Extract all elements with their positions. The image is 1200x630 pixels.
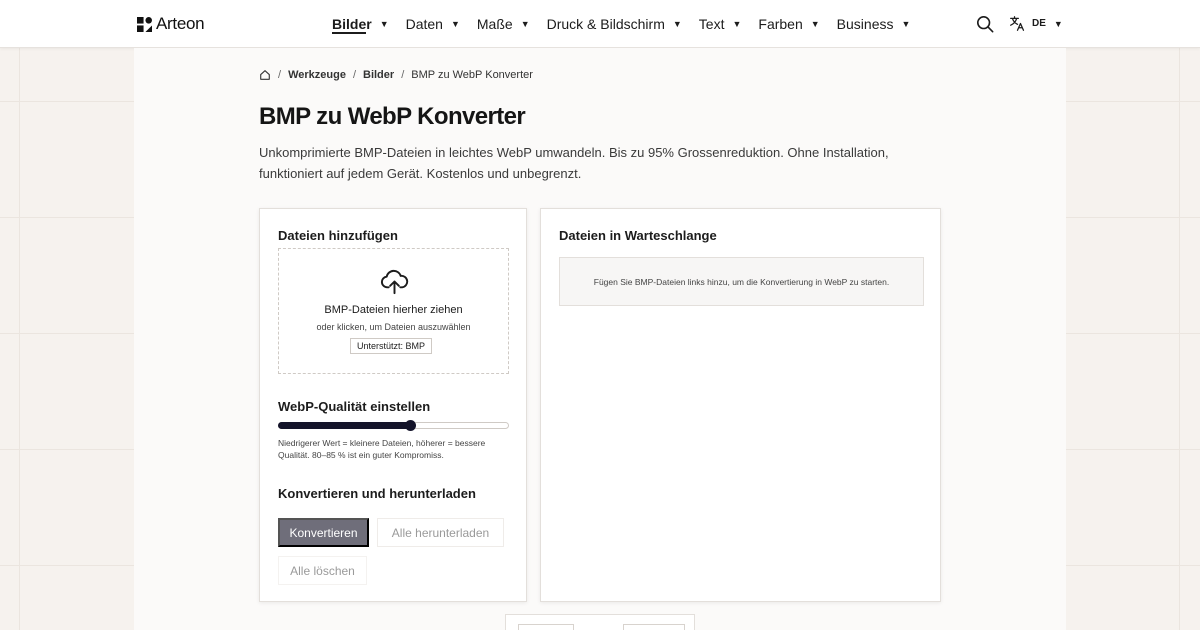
home-icon[interactable] [259,69,271,81]
quality-heading: WebP-Qualität einstellen [278,399,431,414]
slider-fill [278,422,410,429]
actions-heading: Konvertieren und herunterladen [278,486,476,501]
quality-slider[interactable] [278,420,509,431]
language-switcher[interactable]: DE ▼ [1009,15,1063,32]
arteon-logo-icon [137,16,152,32]
nav-item-label: Bilder [332,16,372,32]
brand-logo[interactable]: Arteon [137,14,205,34]
file-dropzone[interactable]: BMP-Dateien hierher ziehen oder klicken,… [278,248,509,374]
page-intro: Unkomprimierte BMP-Dateien in leichtes W… [259,145,889,181]
top-navigation-bar: Arteon Bilder ▼ Daten ▼ Maße ▼ Druck & B… [0,0,1200,48]
breadcrumb-separator: / [352,69,356,81]
queue-heading: Dateien in Warteschlange [559,228,717,243]
nav-item-business[interactable]: Business ▼ [837,0,911,48]
dropzone-title: BMP-Dateien hierher ziehen [324,304,463,316]
breadcrumb-bilder[interactable]: Bilder [363,69,394,81]
converter-panel: Dateien hinzufügen BMP-Dateien hierher z… [259,208,527,602]
nav-item-label: Farben [758,16,803,32]
breadcrumb-separator: / [278,69,282,81]
quality-hint: Niedrigerer Wert = kleinere Dateien, höh… [278,438,486,460]
cloud-upload-icon [380,269,409,295]
page-title: BMP zu WebP Konverter [259,103,526,130]
nav-item-text[interactable]: Text ▼ [699,0,742,48]
bottom-panel-button[interactable] [623,624,685,630]
translate-icon [1010,16,1025,31]
convert-button[interactable]: Konvertieren [278,518,369,547]
slider-thumb[interactable] [404,420,416,431]
main-content: / Werkzeuge / Bilder / BMP zu WebP Konve… [134,48,1066,630]
dropzone-subtitle: oder klicken, um Dateien auszuwählen [316,322,471,332]
breadcrumb-separator: / [401,69,405,81]
nav-item-label: Daten [405,16,443,32]
chevron-down-icon: ▼ [901,19,911,29]
upload-heading: Dateien hinzufügen [278,228,398,243]
bottom-panel-button[interactable] [518,624,574,630]
nav-item-daten[interactable]: Daten ▼ [406,0,460,48]
chevron-down-icon: ▼ [672,19,682,29]
clear-all-button[interactable]: Alle löschen [278,556,367,585]
chevron-down-icon: ▼ [1053,18,1063,29]
chevron-down-icon: ▼ [810,19,820,29]
nav-item-farben[interactable]: Farben ▼ [758,0,819,48]
chevron-down-icon: ▼ [520,19,530,29]
nav-item-masse[interactable]: Maße ▼ [477,0,530,48]
chevron-down-icon: ▼ [450,19,460,29]
supported-format-badge: Unterstützt: BMP [350,338,433,354]
nav-item-label: Business [836,16,894,32]
chevron-down-icon: ▼ [732,19,742,29]
breadcrumb-werkzeuge[interactable]: Werkzeuge [288,69,346,81]
main-nav: Bilder ▼ Daten ▼ Maße ▼ Druck & Bildschi… [332,0,927,48]
bottom-panel-partial [505,614,695,630]
nav-item-label: Text [698,16,725,32]
nav-item-bilder[interactable]: Bilder ▼ [332,0,389,48]
search-icon[interactable] [976,15,994,33]
breadcrumb-current-page: BMP zu WebP Konverter [411,69,533,81]
queue-empty-state: Fügen Sie BMP-Dateien links hinzu, um di… [559,257,924,306]
nav-item-label: Maße [476,16,513,32]
nav-item-druck-bildschirm[interactable]: Druck & Bildschirm ▼ [547,0,682,48]
brand-name: Arteon [156,14,205,33]
chevron-down-icon: ▼ [379,19,389,29]
language-code: DE [1032,18,1046,29]
breadcrumb: / Werkzeuge / Bilder / BMP zu WebP Konve… [259,69,533,81]
nav-item-label: Druck & Bildschirm [546,16,665,32]
queue-panel: Dateien in Warteschlange Fügen Sie BMP-D… [540,208,941,602]
download-all-button[interactable]: Alle herunterladen [377,518,504,547]
